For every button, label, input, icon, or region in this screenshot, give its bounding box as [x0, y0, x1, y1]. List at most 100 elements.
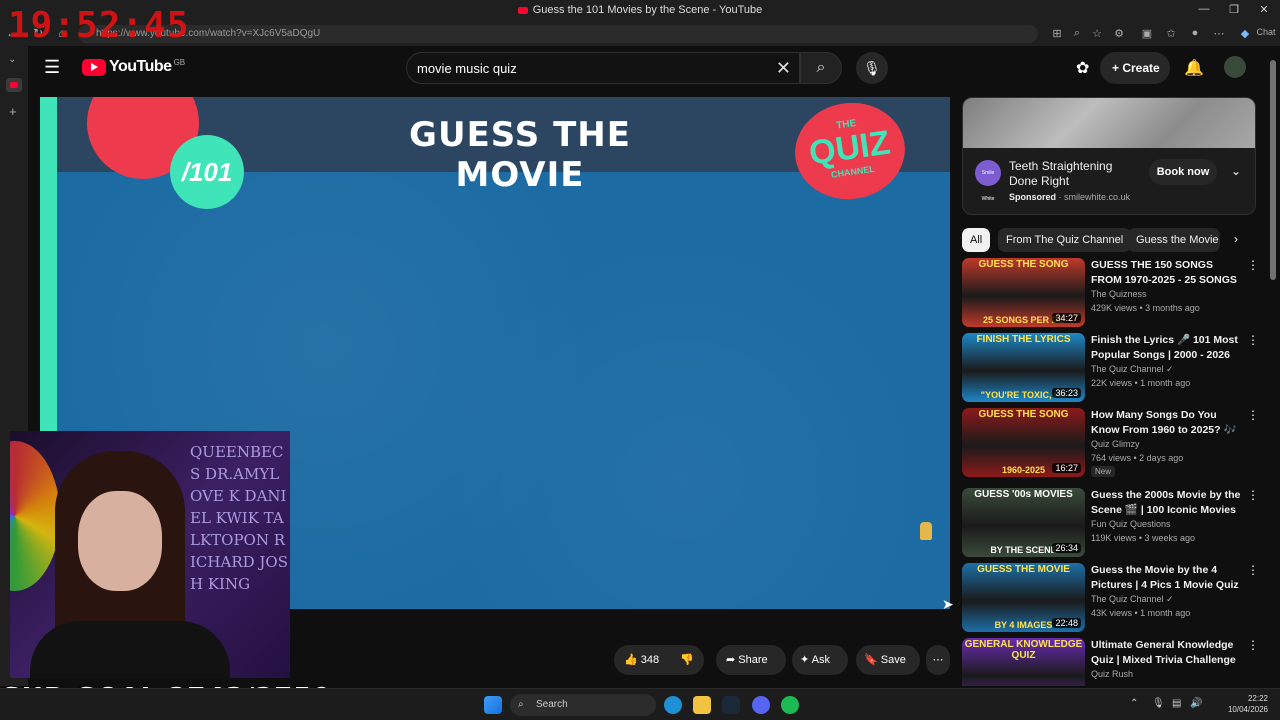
more-options-icon[interactable]: ⋮: [1247, 258, 1259, 272]
youtube-logo[interactable]: YouTube GB: [82, 58, 185, 76]
thumbnail-top-text: GUESS THE SONG: [978, 409, 1069, 420]
copilot-chat-label[interactable]: Chat: [1254, 27, 1278, 37]
sponsored-label: Sponsored: [1009, 192, 1057, 202]
address-bar[interactable]: https://www.youtube.com/watch?v=XJc6V5aD…: [78, 25, 1038, 43]
view-count: 119K views • 3 weeks ago: [1091, 533, 1196, 543]
chevron-right-icon[interactable]: ›: [1234, 232, 1238, 246]
channel-name[interactable]: The Quizness: [1091, 289, 1147, 299]
video-title[interactable]: GUESS THE 150 SONGS FROM 1970-2025 - 25 …: [1091, 258, 1241, 288]
sponsored-ad-card[interactable]: Smile White Teeth Straightening Done Rig…: [962, 97, 1256, 215]
restore-button[interactable]: ❐: [1224, 3, 1244, 16]
favorites-icon[interactable]: ✩: [1164, 27, 1178, 40]
close-window-button[interactable]: ✕: [1254, 3, 1274, 16]
search-button[interactable]: ⌕: [800, 52, 842, 84]
channel-name[interactable]: Quiz Glimzy: [1091, 439, 1140, 449]
apps-icon[interactable]: ⊞: [1050, 27, 1064, 40]
more-options-icon[interactable]: ⋮: [1247, 408, 1259, 422]
video-title[interactable]: Finish the Lyrics 🎤 101 Most Popular Son…: [1091, 333, 1241, 363]
channel-name[interactable]: The Quiz Channel ✓: [1091, 364, 1174, 375]
minimize-button[interactable]: —: [1194, 3, 1214, 15]
network-icon[interactable]: ▤: [1172, 698, 1181, 709]
chip-guess-the-movie[interactable]: Guess the Movie: [1128, 228, 1220, 252]
copilot-icon[interactable]: ◆: [1238, 27, 1252, 40]
chip-all[interactable]: All: [962, 228, 991, 252]
save-label: Save: [880, 654, 906, 666]
video-title[interactable]: How Many Songs Do You Know From 1960 to …: [1091, 408, 1241, 438]
voice-search-button[interactable]: 🎙: [856, 52, 888, 84]
more-options-icon[interactable]: ⋮: [1247, 333, 1259, 347]
recommended-video[interactable]: GENERAL KNOWLEDGE QUIZ 250 QUESTIONS Ult…: [962, 638, 1262, 686]
new-badge: New: [1091, 466, 1116, 477]
chevron-down-icon[interactable]: ⌄: [1231, 164, 1241, 178]
favorite-star-icon[interactable]: ☆: [1090, 27, 1104, 40]
video-thumbnail[interactable]: GUESS '00s MOVIES BY THE SCENE 26:34: [962, 488, 1085, 557]
ask-button[interactable]: ✦ Ask: [792, 645, 848, 675]
more-options-icon[interactable]: ⋮: [1247, 488, 1259, 502]
tab-collapse-icon[interactable]: ⌄: [8, 54, 16, 65]
shorts-gift-icon[interactable]: ✿: [1076, 58, 1089, 78]
tray-mic-icon[interactable]: 🎙: [1152, 698, 1165, 709]
taskbar-search-label: Search: [536, 699, 568, 710]
video-thumbnail[interactable]: GUESS THE SONG 1960-2025 16:27: [962, 408, 1085, 477]
more-options-icon[interactable]: ⋮: [1247, 563, 1259, 577]
video-duration: 22:48: [1052, 618, 1081, 628]
recommended-video[interactable]: GUESS '00s MOVIES BY THE SCENE 26:34 Gue…: [962, 488, 1262, 558]
spotify-icon[interactable]: [781, 696, 799, 714]
more-menu-icon[interactable]: ⋯: [1212, 27, 1226, 40]
page-scrollbar[interactable]: [1270, 60, 1276, 280]
account-avatar[interactable]: [1224, 56, 1246, 78]
active-tab-youtube[interactable]: [6, 78, 22, 92]
mascot-figure: [920, 522, 932, 540]
video-title[interactable]: Guess the Movie by the 4 Pictures | 4 Pi…: [1091, 563, 1241, 593]
clear-search-icon[interactable]: ✕: [776, 58, 791, 79]
windows-start-icon[interactable]: [484, 696, 502, 714]
microphone-icon: 🎙: [863, 60, 881, 76]
channel-name[interactable]: Fun Quiz Questions: [1091, 519, 1171, 529]
recommended-video[interactable]: GUESS THE SONG 25 SONGS PER DE 34:27 GUE…: [962, 258, 1262, 328]
book-now-button[interactable]: Book now: [1149, 159, 1217, 185]
search-input[interactable]: movie music quiz ✕: [406, 52, 800, 84]
notifications-bell-icon[interactable]: 🔔: [1184, 58, 1204, 78]
dislike-button[interactable]: 👎: [680, 645, 694, 675]
video-thumbnail[interactable]: GUESS THE SONG 25 SONGS PER DE 34:27: [962, 258, 1085, 327]
profile-icon[interactable]: ●: [1188, 27, 1202, 39]
recommended-video[interactable]: GUESS THE SONG 1960-2025 16:27 How Many …: [962, 408, 1262, 478]
question-counter: /101: [170, 135, 244, 209]
extensions-icon[interactable]: ⚙: [1112, 27, 1126, 40]
more-options-icon[interactable]: ⋮: [1247, 638, 1259, 652]
taskbar-search[interactable]: ⌕ Search: [510, 694, 656, 716]
video-title[interactable]: Ultimate General Knowledge Quiz | Mixed …: [1091, 638, 1241, 668]
video-title[interactable]: Guess the 2000s Movie by the Scene 🎬 | 1…: [1091, 488, 1241, 518]
video-thumbnail[interactable]: FINISH THE LYRICS "YOU'RE TOXIC, I'M 36:…: [962, 333, 1085, 402]
video-thumbnail[interactable]: GUESS THE MOVIE BY 4 IMAGES 22:48: [962, 563, 1085, 632]
ad-title[interactable]: Teeth Straightening Done Right: [1009, 159, 1119, 189]
zoom-icon[interactable]: ⌕: [1070, 27, 1084, 40]
thumbnail-top-text: GUESS THE SONG: [978, 259, 1069, 270]
recommended-video[interactable]: FINISH THE LYRICS "YOU'RE TOXIC, I'M 36:…: [962, 333, 1262, 403]
split-screen-icon[interactable]: ▣: [1140, 27, 1154, 40]
steam-icon[interactable]: [722, 696, 740, 714]
create-button[interactable]: + Create: [1100, 52, 1170, 84]
volume-icon[interactable]: 🔊: [1190, 698, 1202, 709]
view-count: 764 views • 2 days ago: [1091, 453, 1184, 463]
youtube-tab-icon: [10, 82, 18, 88]
more-actions-button[interactable]: ⋯: [926, 645, 950, 675]
youtube-play-icon: [82, 58, 106, 76]
edge-browser-icon[interactable]: [664, 696, 682, 714]
recommended-video[interactable]: GUESS THE MOVIE BY 4 IMAGES 22:48 Guess …: [962, 563, 1262, 633]
video-thumbnail[interactable]: GENERAL KNOWLEDGE QUIZ 250 QUESTIONS: [962, 638, 1085, 686]
hamburger-menu-icon[interactable]: ☰: [44, 58, 64, 78]
taskbar-clock[interactable]: 22:22 10/04/2026: [1228, 693, 1268, 715]
discord-icon[interactable]: [752, 696, 770, 714]
new-tab-icon[interactable]: +: [9, 104, 17, 119]
chip-from-quiz-channel[interactable]: From The Quiz Channel: [998, 228, 1132, 252]
share-button[interactable]: ➦ Share: [716, 645, 786, 675]
channel-name[interactable]: Quiz Rush: [1091, 669, 1133, 679]
save-button[interactable]: 🔖 Save: [856, 645, 920, 675]
channel-name[interactable]: The Quiz Channel ✓: [1091, 594, 1174, 605]
taskbar-date: 10/04/2026: [1227, 705, 1268, 714]
webcam-overlay: QUEENBECS DR.AMYLOVE K DANIEL KWIK TALKT…: [10, 431, 290, 678]
like-button[interactable]: 👍 348: [624, 645, 659, 675]
tray-chevron-icon[interactable]: ⌃: [1130, 698, 1138, 709]
file-explorer-icon[interactable]: [693, 696, 711, 714]
